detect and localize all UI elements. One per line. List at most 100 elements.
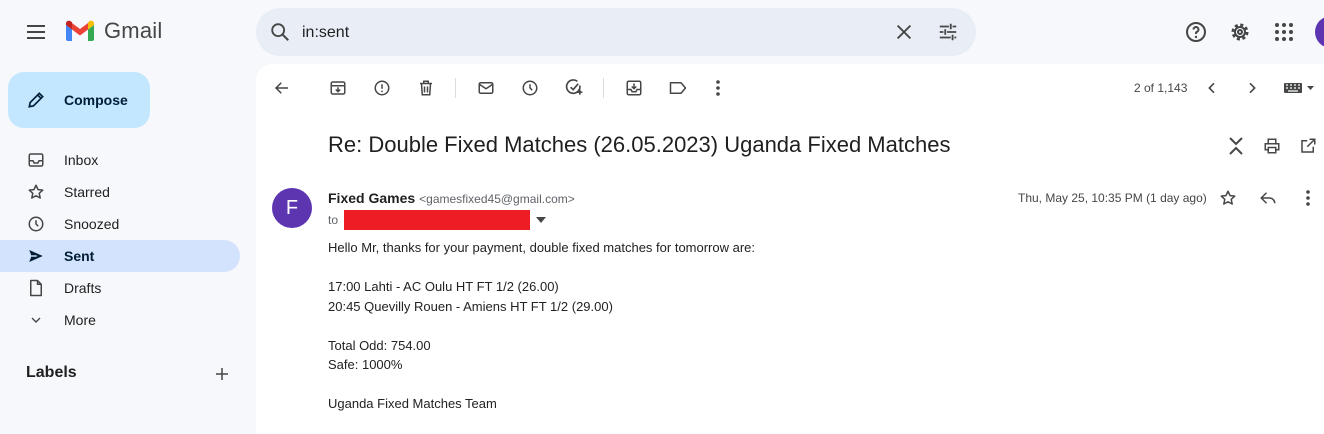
apps-icon <box>1275 23 1293 41</box>
create-label-button[interactable] <box>202 354 242 394</box>
toolbar-divider <box>455 78 456 98</box>
input-tools-button[interactable] <box>1274 68 1324 108</box>
label-icon <box>669 82 687 94</box>
move-to-button[interactable] <box>614 68 654 108</box>
mark-unread-icon <box>478 82 494 94</box>
draft-icon <box>30 279 42 297</box>
search-options-button[interactable] <box>928 12 968 52</box>
snooze-button[interactable] <box>510 68 550 108</box>
older-button[interactable] <box>1232 68 1272 108</box>
search-input[interactable] <box>300 20 864 46</box>
pencil-icon <box>28 92 44 108</box>
delete-button[interactable] <box>406 68 446 108</box>
message-view: 2 of 1,143 Re: Double Fixed Matches (26.… <box>256 64 1324 434</box>
collapse-icon <box>1229 137 1243 155</box>
search-icon <box>271 23 289 41</box>
back-icon <box>274 82 288 94</box>
chevron-right-icon <box>1249 82 1256 94</box>
sidebar-item-sent[interactable]: Sent <box>0 240 240 272</box>
clear-search-button[interactable] <box>884 12 924 52</box>
sidebar-item-label: Inbox <box>64 152 99 168</box>
compose-label: Compose <box>64 92 128 108</box>
chevron-down-icon <box>31 317 41 323</box>
open-new-window-button[interactable] <box>1288 126 1324 166</box>
gmail-wordmark: Gmail <box>104 18 163 43</box>
sidebar-item-snoozed[interactable]: Snoozed <box>0 208 240 240</box>
gmail-logo[interactable]: Gmail <box>64 18 162 44</box>
recipient-line: to <box>328 210 547 230</box>
caret-down-icon[interactable] <box>536 217 547 223</box>
collapse-all-button[interactable] <box>1216 126 1256 166</box>
body-line: Total Odd: 754.00 <box>328 337 431 353</box>
body-line: Hello Mr, thanks for your payment, doubl… <box>328 240 756 255</box>
star-message-button[interactable] <box>1208 178 1248 218</box>
labels-button[interactable] <box>658 68 698 108</box>
mark-unread-button[interactable] <box>466 68 506 108</box>
reply-icon <box>1260 192 1276 204</box>
gmail-m-icon <box>66 20 94 41</box>
account-avatar[interactable] <box>1315 16 1324 48</box>
more-vert-icon <box>1306 190 1310 206</box>
gear-icon <box>1231 23 1249 41</box>
search-bar[interactable] <box>256 8 976 56</box>
sender-avatar[interactable]: F <box>272 188 312 228</box>
star-icon <box>28 184 44 199</box>
sender-name[interactable]: Fixed Games <box>328 190 415 206</box>
sidebar-item-label: Sent <box>64 248 95 264</box>
search-button[interactable] <box>260 12 300 52</box>
print-icon <box>1264 138 1280 154</box>
compose-button[interactable]: Compose <box>8 72 150 128</box>
body-line: Safe: 1000% <box>328 357 403 372</box>
snooze-icon <box>522 80 538 96</box>
sidebar-item-more[interactable]: More <box>0 304 240 336</box>
help-icon <box>1186 22 1206 42</box>
email-date: Thu, May 25, 10:35 PM (1 day ago) <box>1018 191 1207 205</box>
toolbar-divider <box>603 78 604 98</box>
email-body: Hello Mr, thanks for your payment, doubl… <box>328 238 755 414</box>
sidebar-item-label: More <box>64 312 96 328</box>
sender-email: <gamesfixed45@gmail.com> <box>419 192 575 206</box>
body-line: Uganda Fixed Matches Team <box>328 396 497 411</box>
sidebar-item-drafts[interactable]: Drafts <box>0 272 240 304</box>
to-label: to <box>328 213 339 227</box>
archive-icon <box>330 81 346 95</box>
main-menu-button[interactable] <box>16 12 56 52</box>
close-icon <box>896 24 912 40</box>
chevron-left-icon <box>1208 82 1215 94</box>
print-button[interactable] <box>1252 126 1292 166</box>
open-in-new-icon <box>1301 138 1316 153</box>
menu-icon <box>27 25 45 39</box>
back-button[interactable] <box>262 68 302 108</box>
google-apps-button[interactable] <box>1264 12 1304 52</box>
sender-info: Fixed Games <gamesfixed45@gmail.com> <box>328 190 575 206</box>
add-to-tasks-button[interactable] <box>554 68 594 108</box>
report-spam-icon <box>374 80 390 96</box>
send-icon <box>29 250 43 262</box>
sidebar-item-inbox[interactable]: Inbox <box>0 144 240 176</box>
newer-button[interactable] <box>1192 68 1232 108</box>
sidebar-item-starred[interactable]: Starred <box>0 176 240 208</box>
body-line: 20:45 Quevilly Rouen - Amiens HT FT 1/2 … <box>328 298 613 314</box>
more-vert-icon <box>716 80 720 96</box>
report-spam-button[interactable] <box>362 68 402 108</box>
labels-heading: Labels <box>26 364 77 381</box>
keyboard-icon <box>1284 83 1314 93</box>
sidebar-item-label: Drafts <box>64 280 102 296</box>
message-more-button[interactable] <box>1288 178 1324 218</box>
sidebar-item-label: Starred <box>64 184 110 200</box>
tune-icon <box>939 23 957 41</box>
help-button[interactable] <box>1176 12 1216 52</box>
email-subject: Re: Double Fixed Matches (26.05.2023) Ug… <box>328 132 951 157</box>
inbox-icon <box>28 153 44 167</box>
settings-button[interactable] <box>1220 12 1260 52</box>
archive-button[interactable] <box>318 68 358 108</box>
body-line: 17:00 Lahti - AC Oulu HT FT 1/2 (26.00) <box>328 279 559 294</box>
pager-text: 2 of 1,143 <box>1134 81 1188 95</box>
reply-button[interactable] <box>1248 178 1288 218</box>
more-actions-button[interactable] <box>698 68 738 108</box>
clock-icon <box>28 216 44 232</box>
move-to-icon <box>626 80 642 96</box>
